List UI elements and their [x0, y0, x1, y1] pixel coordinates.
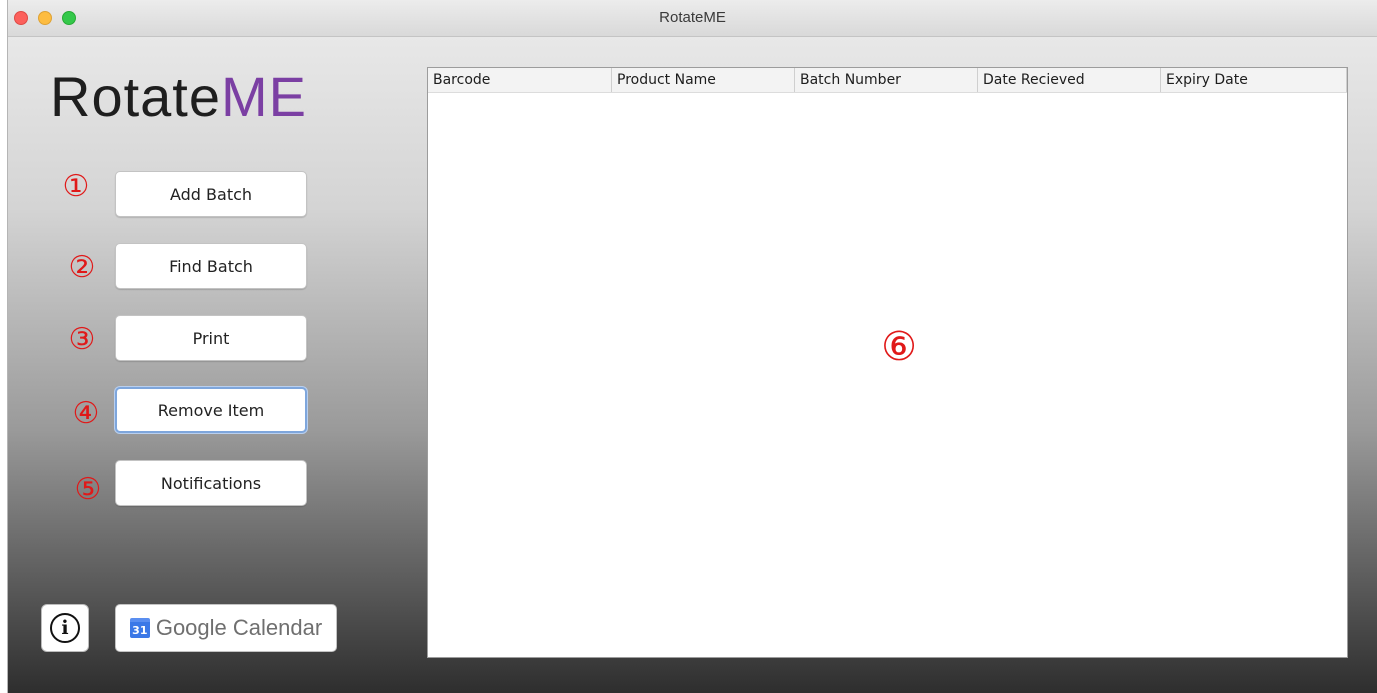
google-calendar-label: Google Calendar [155, 615, 323, 640]
column-header-product-name[interactable]: Product Name [611, 68, 794, 92]
title-bar: RotateME [8, 0, 1377, 37]
add-batch-button[interactable]: Add Batch [115, 171, 307, 217]
annotation-marker-1: ① [62, 169, 90, 204]
remove-item-button[interactable]: Remove Item [115, 387, 307, 433]
annotation-marker-5: ⑤ [74, 472, 102, 507]
batch-table[interactable]: Barcode Product Name Batch Number Date R… [427, 67, 1348, 658]
annotation-marker-6: ⑥ [881, 324, 917, 370]
window-title: RotateME [659, 9, 726, 26]
info-button[interactable]: i [41, 604, 89, 652]
info-icon: i [50, 613, 80, 643]
app-window: RotateME RotateME ① Add Batch ② Find Bat… [7, 0, 1377, 693]
annotation-marker-4: ④ [72, 396, 100, 431]
notifications-button[interactable]: Notifications [115, 460, 307, 506]
column-header-expiry-date[interactable]: Expiry Date [1160, 68, 1347, 92]
column-header-batch-number[interactable]: Batch Number [794, 68, 977, 92]
find-batch-button[interactable]: Find Batch [115, 243, 307, 289]
logo-text-me: ME [221, 65, 307, 128]
column-header-date-recieved[interactable]: Date Recieved [977, 68, 1160, 92]
annotation-marker-3: ③ [68, 322, 96, 357]
logo-text-rotate: Rotate [50, 65, 221, 128]
calendar-icon: 31 [129, 618, 150, 638]
print-button[interactable]: Print [115, 315, 307, 361]
app-logo: RotateME [50, 64, 307, 129]
annotation-marker-2: ② [68, 250, 96, 285]
column-header-barcode[interactable]: Barcode [428, 68, 611, 92]
table-body[interactable] [428, 93, 1347, 657]
table-header: Barcode Product Name Batch Number Date R… [428, 68, 1347, 93]
google-calendar-button[interactable]: 31 Google Calendar [115, 604, 337, 652]
